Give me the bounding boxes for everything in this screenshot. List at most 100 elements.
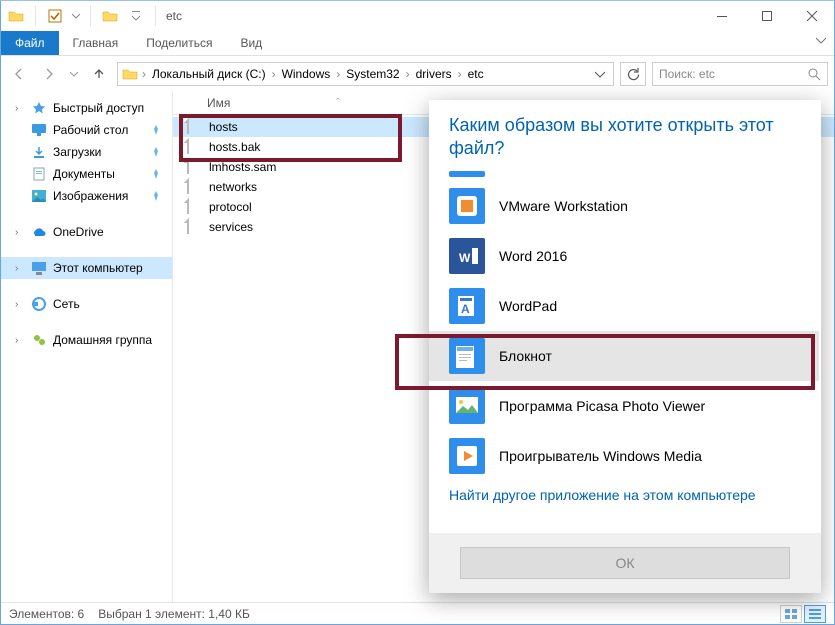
app-item[interactable]: VMware Workstation bbox=[429, 181, 819, 231]
ok-button[interactable]: ОК bbox=[460, 547, 790, 579]
status-selection: Выбран 1 элемент: 1,40 КБ bbox=[98, 607, 250, 621]
documents-icon bbox=[31, 166, 47, 182]
app-label: Word 2016 bbox=[499, 248, 567, 264]
svg-text:A: A bbox=[461, 302, 470, 316]
app-icon: W bbox=[449, 238, 485, 274]
app-item[interactable]: Блокнот bbox=[429, 331, 819, 381]
sidebar-item-documents[interactable]: Документы bbox=[1, 163, 172, 185]
sidebar-item-pictures[interactable]: Изображения bbox=[1, 185, 172, 207]
sidebar-item-label: Документы bbox=[53, 167, 115, 181]
app-label: Блокнот bbox=[499, 348, 552, 364]
sidebar-item-downloads[interactable]: Загрузки bbox=[1, 141, 172, 163]
chevron-right-icon[interactable]: › bbox=[336, 67, 340, 81]
tab-share[interactable]: Поделиться bbox=[132, 31, 226, 55]
file-icon bbox=[187, 219, 203, 235]
chevron-right-icon[interactable]: › bbox=[15, 103, 25, 114]
window-title: etc bbox=[160, 9, 182, 23]
sidebar-item-label: Этот компьютер bbox=[53, 261, 143, 275]
maximize-button[interactable] bbox=[744, 1, 789, 31]
chevron-right-icon[interactable]: › bbox=[15, 227, 25, 238]
tab-view[interactable]: Вид bbox=[226, 31, 276, 55]
sidebar-item-label: Изображения bbox=[53, 189, 128, 203]
breadcrumb-segment[interactable]: Windows bbox=[278, 67, 335, 81]
titlebar: etc bbox=[1, 1, 834, 31]
tab-home[interactable]: Главная bbox=[59, 31, 133, 55]
homegroup-icon bbox=[31, 332, 47, 348]
address-bar[interactable]: › Локальный диск (C:) › Windows › System… bbox=[117, 62, 614, 86]
search-box[interactable] bbox=[652, 62, 828, 86]
qat-checkbox-icon[interactable] bbox=[44, 9, 66, 23]
sidebar-item-network[interactable]: › Сеть bbox=[1, 293, 172, 315]
refresh-button[interactable] bbox=[620, 62, 646, 86]
file-icon bbox=[187, 159, 203, 175]
view-details-button[interactable] bbox=[804, 605, 826, 623]
sidebar-item-onedrive[interactable]: › OneDrive bbox=[1, 221, 172, 243]
onedrive-icon bbox=[31, 224, 47, 240]
app-item[interactable]: Проигрыватель Windows Media bbox=[429, 431, 819, 481]
close-button[interactable] bbox=[789, 1, 834, 31]
network-icon bbox=[31, 296, 47, 312]
sidebar-item-label: Быстрый доступ bbox=[53, 101, 144, 115]
navigation-pane: › Быстрый доступ Рабочий стол Загрузки Д bbox=[1, 91, 173, 602]
status-bar: Элементов: 6 Выбран 1 элемент: 1,40 КБ bbox=[1, 602, 834, 624]
sidebar-item-label: OneDrive bbox=[53, 225, 104, 239]
find-another-app-link[interactable]: Найти другое приложение на этом компьюте… bbox=[429, 481, 819, 515]
open-with-dialog: Каким образом вы хотите открыть этот фай… bbox=[429, 100, 821, 593]
breadcrumb-segment[interactable]: etc bbox=[464, 67, 488, 81]
qat-dropdown-icon[interactable] bbox=[70, 12, 82, 20]
app-icon bbox=[449, 338, 485, 374]
explorer-window: etc Файл Главная Поделиться Вид › Локаль… bbox=[0, 0, 835, 625]
column-header-name[interactable]: Имя bbox=[207, 96, 230, 110]
breadcrumb-segment[interactable]: System32 bbox=[342, 67, 403, 81]
app-item[interactable]: Программа Picasa Photo Viewer bbox=[429, 381, 819, 431]
status-item-count: Элементов: 6 bbox=[9, 607, 84, 621]
app-item[interactable]: W Word 2016 bbox=[429, 231, 819, 281]
app-list[interactable]: VMware Workstation W Word 2016 A WordPad… bbox=[429, 167, 819, 533]
address-row: › Локальный диск (C:) › Windows › System… bbox=[1, 56, 834, 91]
ribbon-expand-icon[interactable] bbox=[808, 31, 834, 55]
folder-icon bbox=[99, 8, 121, 24]
chevron-right-icon[interactable]: › bbox=[15, 299, 25, 310]
sidebar-item-label: Рабочий стол bbox=[53, 123, 128, 137]
app-icon bbox=[449, 188, 485, 224]
search-icon[interactable] bbox=[807, 67, 821, 81]
pin-icon bbox=[148, 188, 164, 204]
file-icon bbox=[187, 179, 203, 195]
sidebar-item-desktop[interactable]: Рабочий стол bbox=[1, 119, 172, 141]
app-item[interactable] bbox=[429, 167, 819, 181]
minimize-button[interactable] bbox=[699, 1, 744, 31]
sidebar-item-label: Сеть bbox=[53, 297, 80, 311]
file-name: networks bbox=[209, 180, 257, 194]
pictures-icon bbox=[31, 188, 47, 204]
address-bar-dropdown[interactable] bbox=[591, 69, 609, 79]
chevron-right-icon[interactable]: › bbox=[15, 335, 25, 346]
star-icon bbox=[31, 100, 47, 116]
nav-back-button[interactable] bbox=[7, 62, 31, 86]
qat-overflow-icon[interactable] bbox=[125, 11, 147, 21]
view-thumbnails-button[interactable] bbox=[780, 605, 802, 623]
search-input[interactable] bbox=[659, 67, 789, 81]
folder-icon bbox=[122, 66, 140, 82]
pin-icon bbox=[148, 144, 164, 160]
tab-file[interactable]: Файл bbox=[1, 31, 59, 55]
chevron-right-icon[interactable]: › bbox=[272, 67, 276, 81]
nav-forward-button[interactable] bbox=[37, 62, 61, 86]
chevron-right-icon[interactable]: › bbox=[458, 67, 462, 81]
nav-up-button[interactable] bbox=[87, 62, 111, 86]
breadcrumb-segment[interactable]: Локальный диск (C:) bbox=[148, 67, 270, 81]
downloads-icon bbox=[31, 144, 47, 160]
app-item[interactable]: A WordPad bbox=[429, 281, 819, 331]
chevron-right-icon[interactable]: › bbox=[15, 263, 25, 274]
nav-recent-dropdown[interactable] bbox=[67, 62, 81, 86]
sidebar-item-this-pc[interactable]: › Этот компьютер bbox=[1, 257, 172, 279]
pin-icon bbox=[148, 122, 164, 138]
chevron-right-icon[interactable]: › bbox=[406, 67, 410, 81]
chevron-right-icon[interactable]: › bbox=[142, 67, 146, 81]
breadcrumb-segment[interactable]: drivers bbox=[412, 67, 456, 81]
app-label: VMware Workstation bbox=[499, 198, 628, 214]
app-icon bbox=[449, 171, 485, 177]
sidebar-item-homegroup[interactable]: › Домашняя группа bbox=[1, 329, 172, 351]
dialog-heading: Каким образом вы хотите открыть этот фай… bbox=[429, 100, 821, 167]
sort-indicator-icon: ˆ bbox=[336, 97, 339, 107]
sidebar-item-quick-access[interactable]: › Быстрый доступ bbox=[1, 97, 172, 119]
